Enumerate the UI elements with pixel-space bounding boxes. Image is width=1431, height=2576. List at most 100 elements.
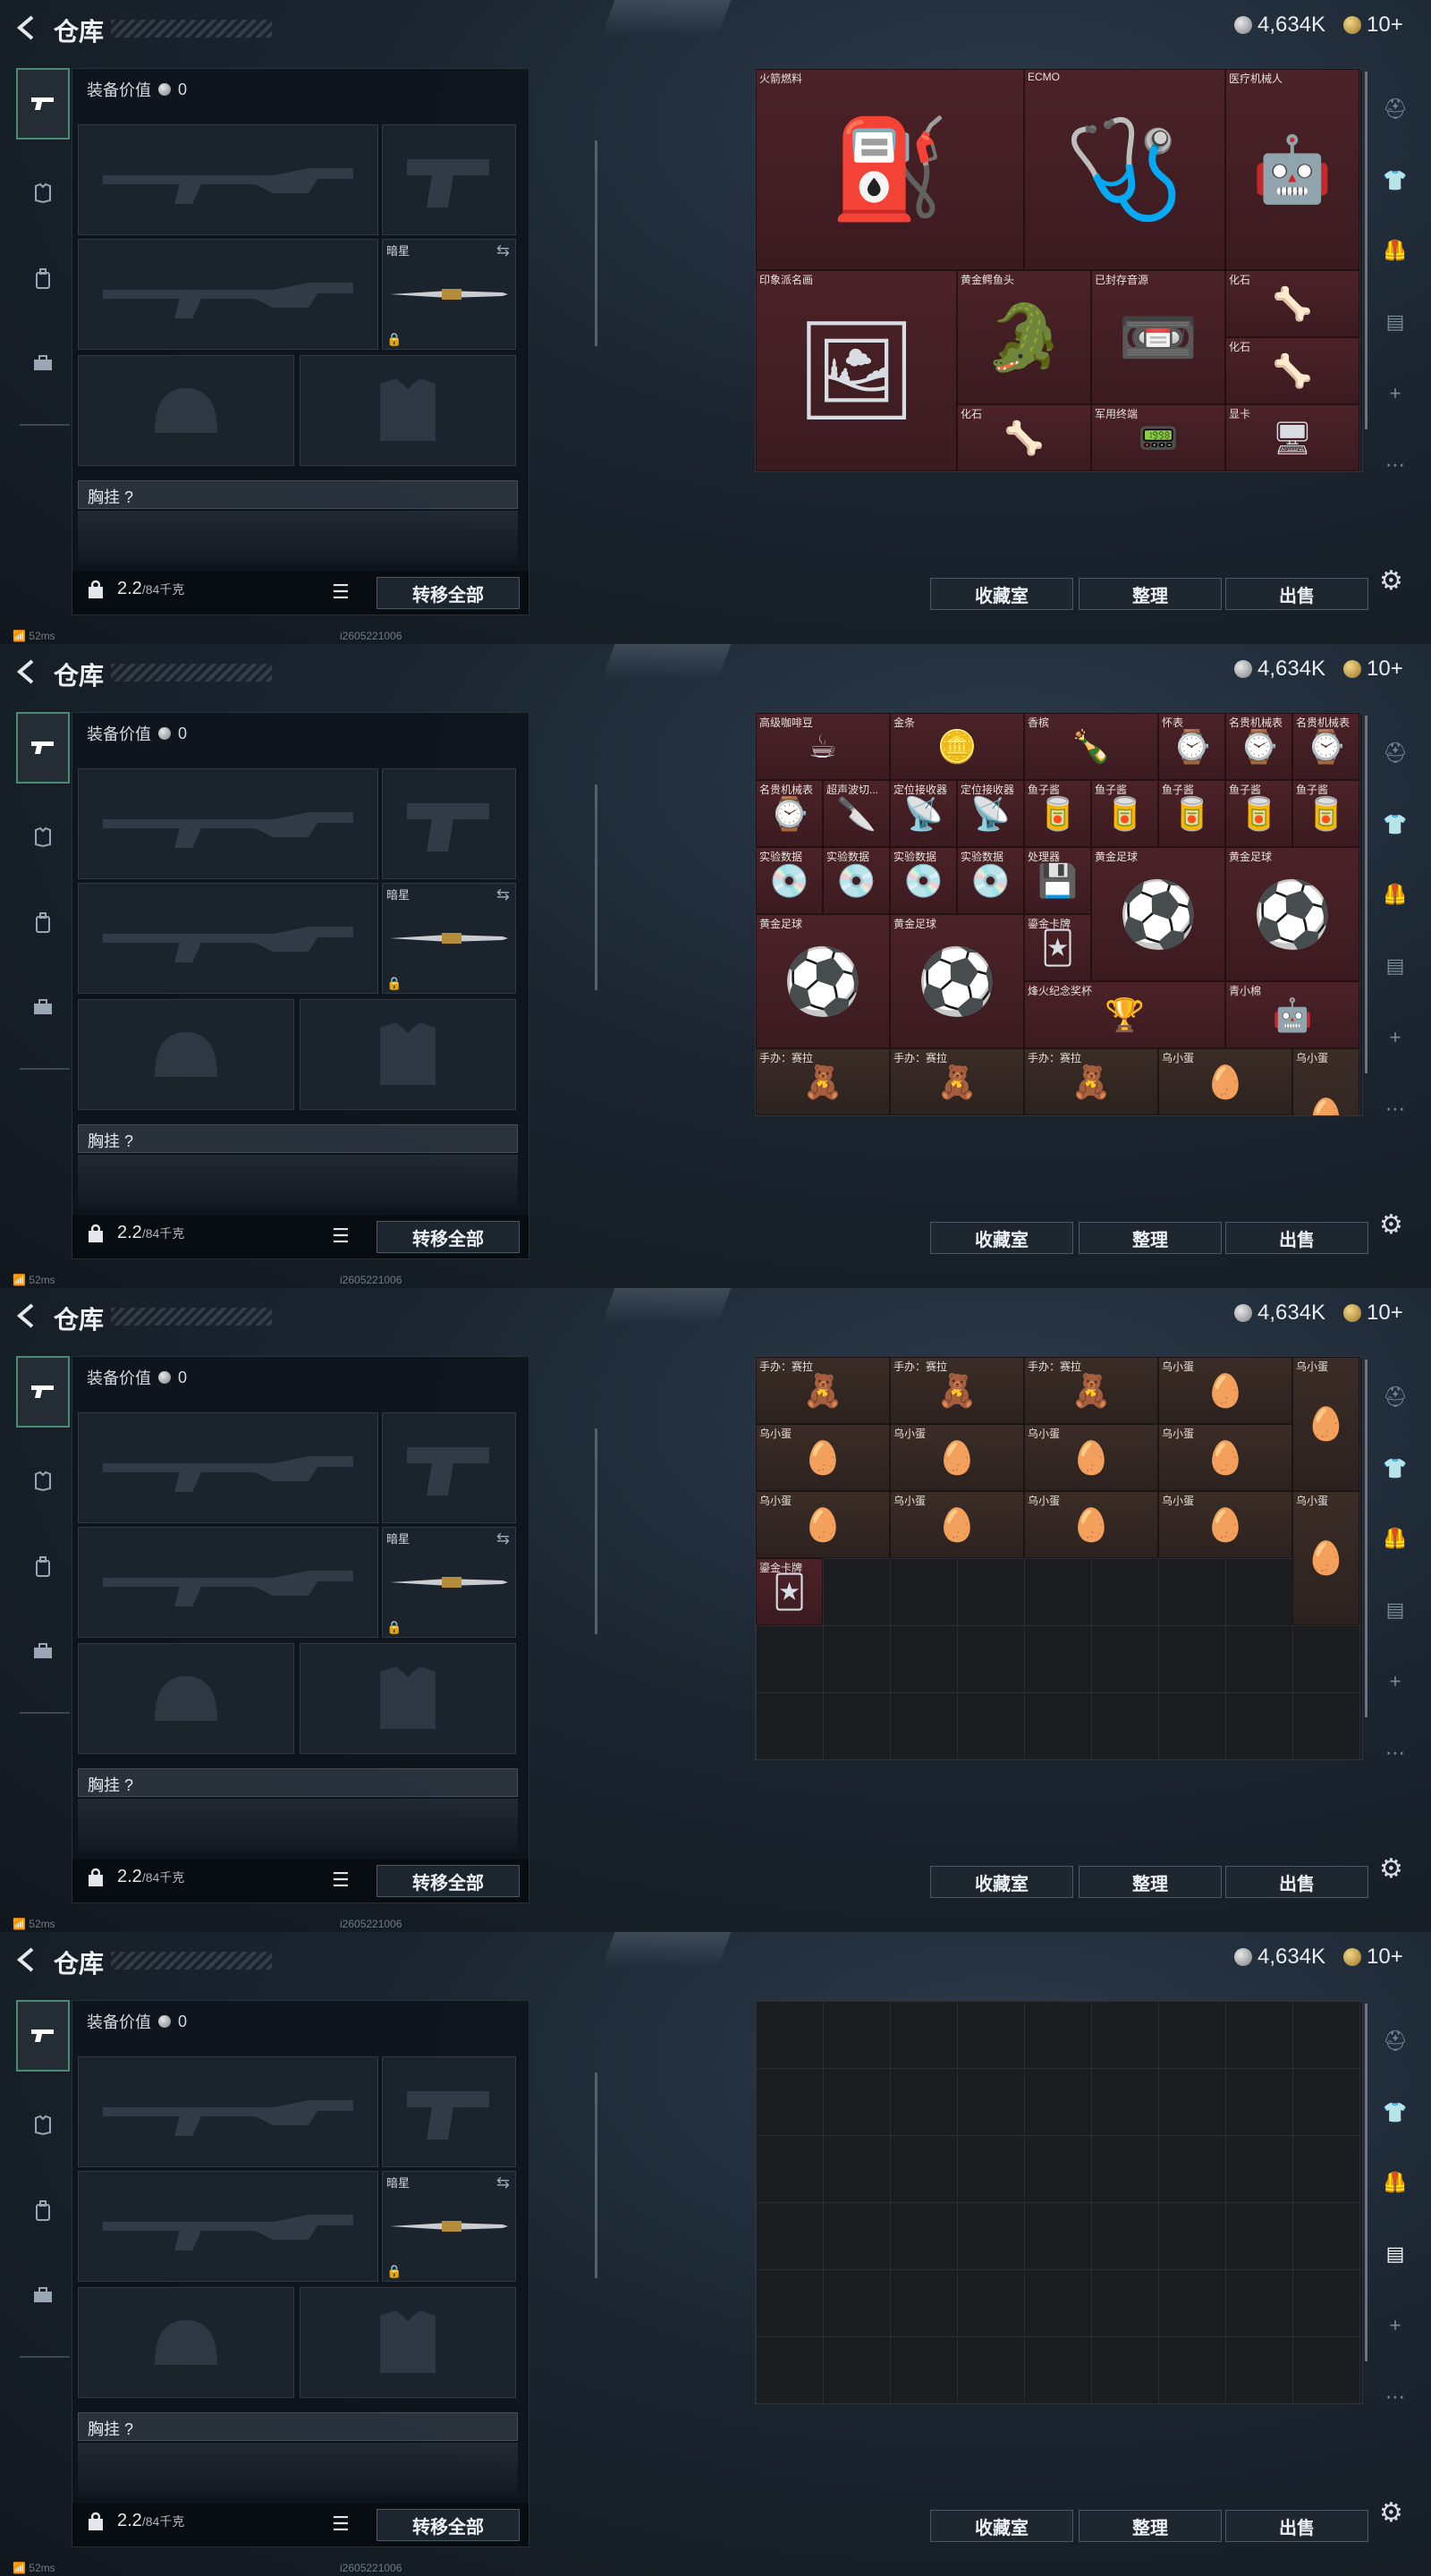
stash-item[interactable]: 🥫 鱼子酱: [1024, 780, 1091, 847]
gold-currency[interactable]: 10+: [1343, 1301, 1403, 1326]
melee-slot[interactable]: 暗星 ⇆ 🔒: [382, 883, 516, 994]
sort-button[interactable]: 整理: [1079, 578, 1222, 610]
stash-item[interactable]: ⛽ 火箭燃料: [756, 69, 1024, 270]
list-icon[interactable]: ☰: [332, 580, 350, 604]
stash-item[interactable]: 🥚乌小蛋: [890, 1115, 1024, 1116]
tab-case[interactable]: [16, 971, 70, 1043]
stash-tab-3[interactable]: 🦺: [1376, 231, 1415, 270]
gold-currency[interactable]: 10+: [1343, 657, 1403, 682]
tab-weapons[interactable]: [16, 2000, 70, 2072]
stash-grid[interactable]: ☕ 高级咖啡豆 🪙 金条 🍾 香槟 ⌚ 怀表 ⌚ 名贵机械表 ⌚ 名贵机械表 ⌚ 名贵机械表 🔪 超声波切..…: [755, 712, 1363, 1116]
armor-slot[interactable]: [300, 999, 516, 1110]
stash-tab-more[interactable]: ⋯: [1376, 2377, 1415, 2417]
back-button[interactable]: [14, 1946, 41, 1977]
chest-rig-slot[interactable]: 胸挂 ?: [78, 480, 518, 509]
armor-slot[interactable]: [300, 1643, 516, 1754]
stash-scrollbar[interactable]: [1365, 1360, 1367, 1717]
tab-weapons[interactable]: [16, 68, 70, 140]
equipment-scrollbar[interactable]: [595, 2072, 597, 2278]
stash-item[interactable]: 🧸 手办：赛拉: [756, 1048, 890, 1115]
stash-item[interactable]: 🦴 化石: [1225, 337, 1359, 404]
stash-item[interactable]: 💾 处理器: [1024, 847, 1091, 914]
stash-tab-3[interactable]: 🦺: [1376, 2163, 1415, 2202]
sort-button[interactable]: 整理: [1079, 2510, 1222, 2542]
stash-item[interactable]: 🍾 香槟: [1024, 713, 1158, 780]
pistol-slot[interactable]: [382, 124, 516, 235]
secondary-weapon-slot[interactable]: [78, 2171, 378, 2282]
stash-item[interactable]: 🤖 青小棉: [1225, 981, 1359, 1048]
gold-currency[interactable]: 10+: [1343, 13, 1403, 38]
stash-item[interactable]: ⌚ 名贵机械表: [1225, 713, 1292, 780]
sell-button[interactable]: 出售: [1225, 2510, 1368, 2542]
stash-item[interactable]: 🧸 手办：赛拉: [1024, 1048, 1158, 1115]
tab-backpack[interactable]: [16, 243, 70, 315]
tab-weapons[interactable]: [16, 1356, 70, 1428]
tab-armor[interactable]: [16, 157, 70, 229]
tab-armor[interactable]: [16, 1445, 70, 1517]
stash-item[interactable]: 🥚乌小蛋: [890, 1491, 1024, 1558]
stash-item[interactable]: 🥚乌小蛋: [1158, 1424, 1292, 1491]
sort-button[interactable]: 整理: [1079, 1866, 1222, 1898]
stash-item[interactable]: 💿 实验数据: [756, 847, 823, 914]
sell-button[interactable]: 出售: [1225, 1866, 1368, 1898]
collection-button[interactable]: 收藏室: [930, 578, 1073, 610]
stash-item[interactable]: 🥚乌小蛋: [1158, 1048, 1292, 1115]
stash-item[interactable]: 🥫 鱼子酱: [1225, 780, 1292, 847]
stash-item[interactable]: 🥚乌小蛋: [1024, 1115, 1158, 1116]
stash-scrollbar[interactable]: [1365, 72, 1367, 429]
helmet-slot[interactable]: [78, 355, 294, 466]
stash-tab-more[interactable]: ⋯: [1376, 445, 1415, 485]
stash-tab-4[interactable]: ▤: [1376, 1590, 1415, 1630]
stash-tab-3[interactable]: 🦺: [1376, 1519, 1415, 1558]
stash-item[interactable]: 🥚乌小蛋: [1158, 1491, 1292, 1558]
helmet-slot[interactable]: [78, 2287, 294, 2398]
stash-item[interactable]: 🧸 手办：赛拉: [890, 1357, 1024, 1424]
transfer-all-button[interactable]: 转移全部: [377, 577, 520, 609]
stash-tab-2[interactable]: 👕: [1376, 805, 1415, 844]
stash-grid[interactable]: [755, 2000, 1363, 2404]
stash-item[interactable]: ⚽ 黄金足球: [1225, 847, 1359, 981]
melee-slot[interactable]: 暗星 ⇆ 🔒: [382, 239, 516, 350]
tab-armor[interactable]: [16, 2089, 70, 2161]
pistol-slot[interactable]: [382, 768, 516, 879]
stash-item[interactable]: 🥚乌小蛋: [756, 1115, 890, 1116]
stash-item[interactable]: 📼 已封存音源: [1091, 270, 1225, 404]
stash-item[interactable]: ⚽ 黄金足球: [1091, 847, 1225, 981]
tab-backpack[interactable]: [16, 1531, 70, 1603]
stash-item[interactable]: 🥚乌小蛋: [1292, 1491, 1359, 1625]
secondary-weapon-slot[interactable]: [78, 239, 378, 350]
armor-slot[interactable]: [300, 355, 516, 466]
stash-item[interactable]: 🥚乌小蛋: [1292, 1048, 1359, 1115]
list-icon[interactable]: ☰: [332, 1224, 350, 1248]
melee-slot[interactable]: 暗星 ⇆ 🔒: [382, 1527, 516, 1638]
stash-tab-more[interactable]: ⋯: [1376, 1089, 1415, 1129]
stash-item[interactable]: 🖥 显卡: [1225, 404, 1359, 471]
stash-item[interactable]: 🪙 金条: [890, 713, 1024, 780]
list-icon[interactable]: ☰: [332, 1868, 350, 1892]
stash-item[interactable]: 🧸 手办：赛拉: [756, 1357, 890, 1424]
primary-weapon-slot[interactable]: [78, 124, 378, 235]
add-stash-page-button[interactable]: +: [1376, 374, 1415, 413]
chest-rig-slot[interactable]: 胸挂 ?: [78, 1768, 518, 1797]
stash-item[interactable]: 🃏 鎏金卡牌: [756, 1558, 823, 1625]
chest-rig-slot[interactable]: 胸挂 ?: [78, 2412, 518, 2441]
stash-item[interactable]: 💿 实验数据: [890, 847, 957, 914]
sell-button[interactable]: 出售: [1225, 578, 1368, 610]
stash-item[interactable]: 💿 实验数据: [823, 847, 890, 914]
stash-grid[interactable]: 🧸 手办：赛拉 🧸 手办：赛拉 🧸 手办：赛拉 🥚 乌小蛋 🥚 乌小蛋 🥚 乌小蛋 🥚 乌小蛋 🥚 乌小蛋 🥚 乌…: [755, 1356, 1363, 1760]
stash-item[interactable]: 🥚乌小蛋: [756, 1424, 890, 1491]
stash-item[interactable]: 📡 定位接收器: [957, 780, 1024, 847]
gold-currency[interactable]: 10+: [1343, 1945, 1403, 1970]
stash-tab-3[interactable]: 🦺: [1376, 875, 1415, 914]
settings-button[interactable]: ⚙: [1379, 1853, 1403, 1885]
stash-item[interactable]: 🖼 印象派名画: [756, 270, 957, 471]
pistol-slot[interactable]: [382, 2056, 516, 2167]
stash-item[interactable]: 🧸 手办：赛拉: [890, 1048, 1024, 1115]
stash-item[interactable]: 🦴 化石: [957, 404, 1091, 471]
stash-tab-1[interactable]: ⛑: [1376, 2021, 1415, 2061]
stash-tab-4[interactable]: ▤: [1376, 2234, 1415, 2274]
stash-item[interactable]: ⚽ 黄金足球: [890, 914, 1024, 1048]
stash-item[interactable]: 🔪 超声波切...: [823, 780, 890, 847]
transfer-all-button[interactable]: 转移全部: [377, 1865, 520, 1897]
tab-weapons[interactable]: [16, 712, 70, 784]
